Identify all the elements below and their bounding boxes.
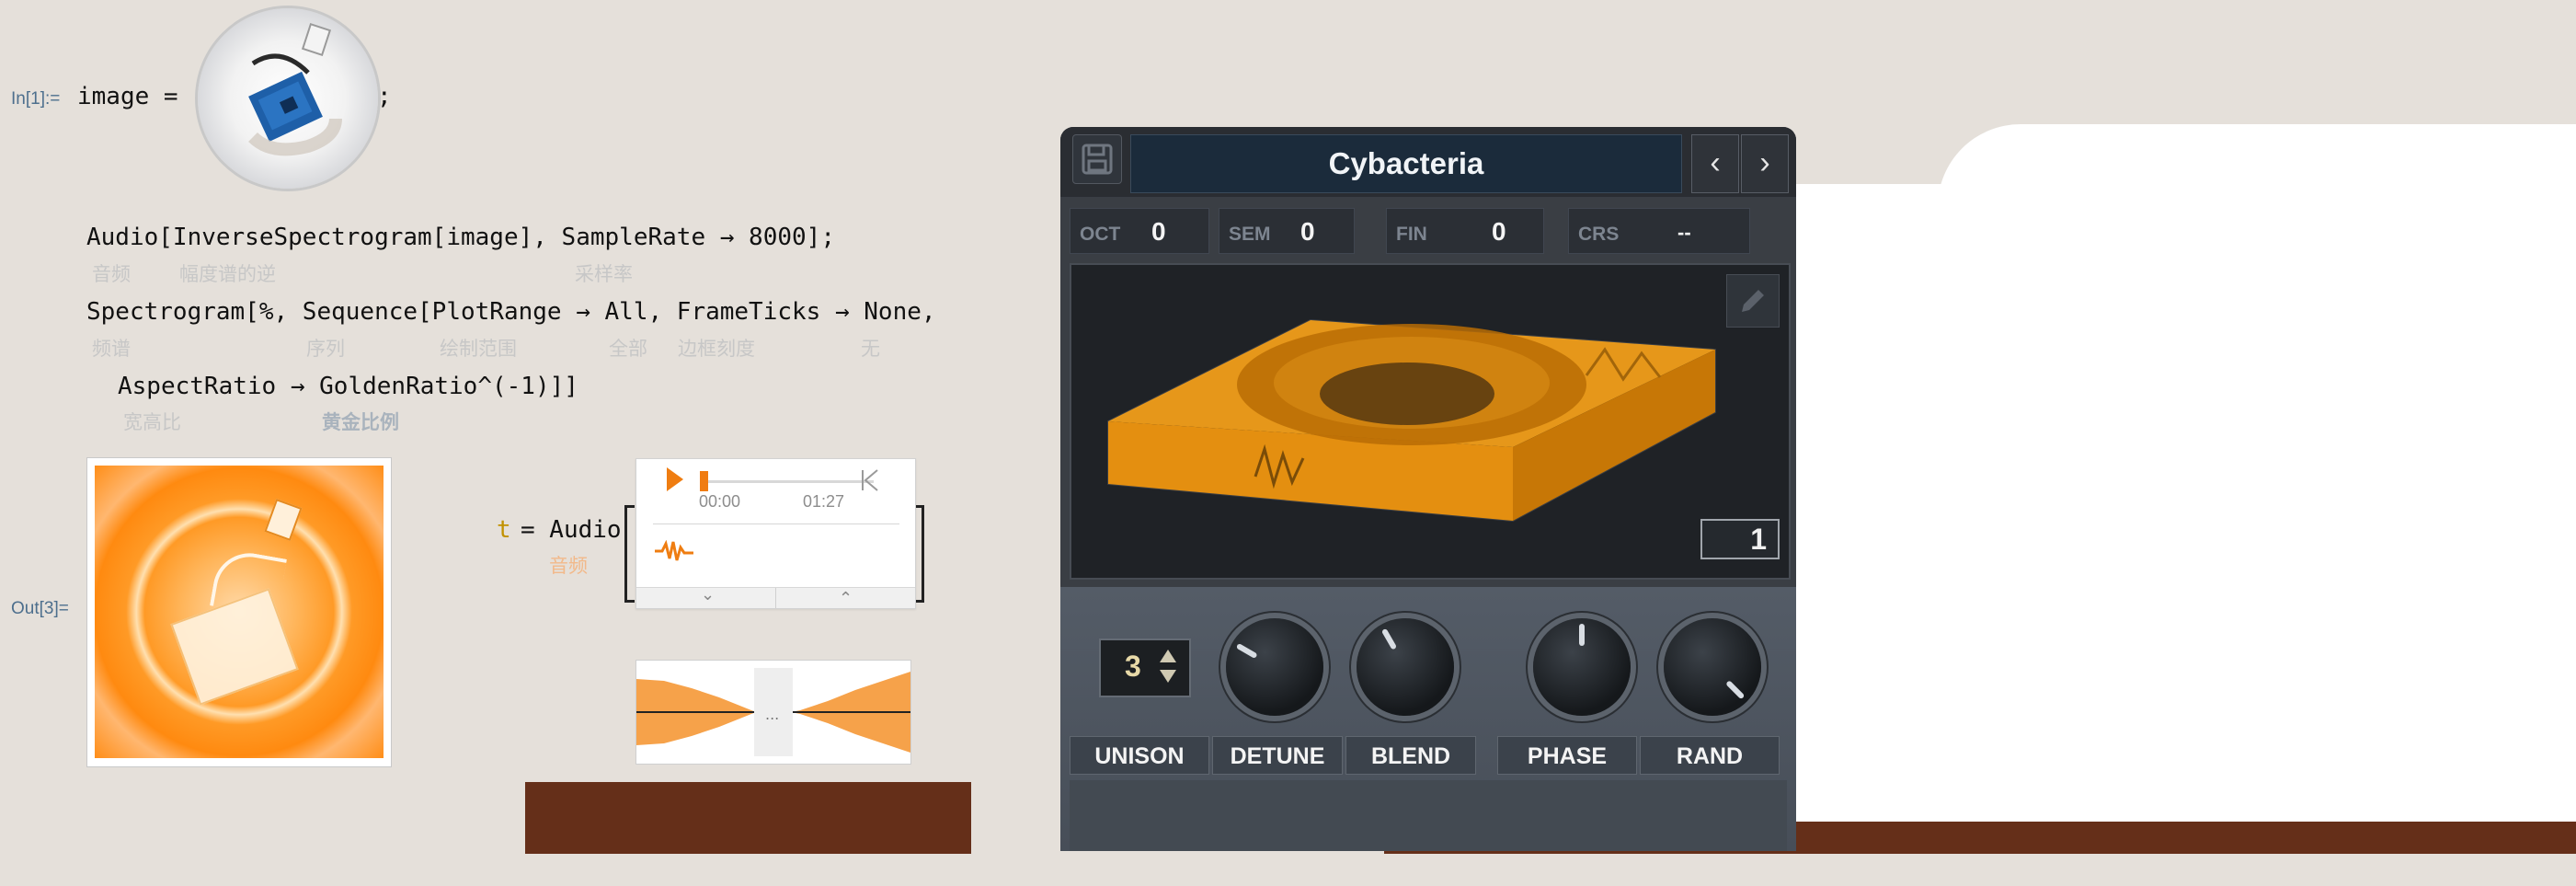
blend-knob[interactable]	[1357, 618, 1454, 716]
save-preset-button[interactable]	[1072, 134, 1122, 184]
gloss-t-audio: 音频	[549, 555, 588, 577]
gloss-audio: 音频	[92, 263, 131, 285]
phase-knob[interactable]	[1533, 618, 1631, 716]
wavetable-frame-field[interactable]: 1	[1700, 519, 1780, 559]
skip-to-end-icon[interactable]	[861, 468, 879, 492]
playhead-handle[interactable]	[700, 471, 708, 491]
audio-player-widget[interactable]: 00:00 01:27 ⌄ ⌃	[635, 458, 916, 609]
param-oct[interactable]: OCT 0	[1070, 208, 1209, 254]
play-icon[interactable]	[667, 467, 683, 491]
gloss-plotrange: 绘制范围	[440, 338, 517, 360]
code-audio-assign[interactable]: = Audio	[521, 516, 622, 544]
left-bracket	[624, 505, 635, 603]
edit-wavetable-button[interactable]	[1726, 274, 1780, 328]
tab-unison[interactable]: UNISON	[1070, 736, 1209, 775]
gloss-none: 无	[861, 338, 880, 360]
param-crs[interactable]: CRS --	[1568, 208, 1750, 254]
gloss-goldenratio: 黄金比例	[322, 411, 399, 433]
audio-widget-footer: ⌄ ⌃	[636, 585, 915, 608]
code-image-assign[interactable]: image =	[77, 83, 178, 110]
tab-blend[interactable]: BLEND	[1345, 736, 1476, 775]
input-label-1: In[1]:=	[11, 89, 61, 109]
next-preset-button[interactable]: ›	[1741, 134, 1789, 193]
spectrogram-output-image[interactable]	[86, 457, 392, 767]
image-thumbnail[interactable]	[198, 8, 378, 189]
wavetable-3d-graphic	[1107, 318, 1716, 523]
time-start: 00:00	[699, 492, 741, 511]
tab-phase[interactable]: PHASE	[1497, 736, 1637, 775]
gloss-inverse-spectrogram: 幅度谱的逆	[179, 263, 276, 285]
unison-section: 3 UNISON DETUNE BLEND PHASE RAND	[1060, 587, 1796, 851]
stepper-arrows-icon[interactable]	[1158, 648, 1178, 685]
code-t-var[interactable]: t	[497, 516, 511, 544]
param-sem[interactable]: SEM 0	[1219, 208, 1355, 254]
synth-header: Cybacteria ‹ ›	[1060, 127, 1796, 197]
gloss-sequence: 序列	[306, 338, 345, 360]
tab-detune[interactable]: DETUNE	[1212, 736, 1343, 775]
wavetable-3d-display[interactable]: 1	[1070, 263, 1791, 580]
svg-text:...: ...	[765, 706, 779, 723]
unison-voices-stepper[interactable]: 3	[1099, 639, 1191, 697]
gloss-samplerate: 采样率	[575, 263, 633, 285]
knob-labels: UNISON DETUNE BLEND PHASE RAND	[1070, 736, 1787, 775]
tab-rand[interactable]: RAND	[1640, 736, 1780, 775]
gloss-aspectratio: 宽高比	[123, 411, 181, 433]
preset-name: Cybacteria	[1328, 146, 1484, 180]
audio-timeline[interactable]	[708, 480, 874, 483]
pitch-params: OCT 0 SEM 0 FIN 0 CRS --	[1070, 208, 1787, 254]
chevron-up-icon[interactable]: ⌃	[839, 589, 853, 608]
output-label-3: Out[3]=	[11, 599, 69, 618]
gloss-spectrogram: 频谱	[92, 338, 131, 360]
time-end: 01:27	[803, 492, 845, 511]
pencil-icon	[1742, 290, 1764, 312]
brown-block-left	[525, 782, 971, 854]
param-fin[interactable]: FIN 0	[1386, 208, 1544, 254]
code-line-aspectratio[interactable]: AspectRatio → GoldenRatio^(-1)]]	[118, 373, 578, 400]
synth-wavetable-panel: Cybacteria ‹ › OCT 0 SEM 0 FIN 0 CRS --	[1060, 127, 1796, 851]
save-icon	[1082, 144, 1113, 175]
prev-preset-button[interactable]: ‹	[1691, 134, 1739, 193]
rand-knob[interactable]	[1664, 618, 1761, 716]
audio-waveform-preview[interactable]: ...	[635, 660, 911, 765]
preset-name-display[interactable]: Cybacteria	[1130, 134, 1682, 193]
chevron-down-icon[interactable]: ⌄	[701, 585, 715, 604]
code-line-spectrogram[interactable]: Spectrogram[%, Sequence[PlotRange → All,…	[86, 298, 936, 326]
code-line-audio[interactable]: Audio[InverseSpectrogram[image], SampleR…	[86, 224, 835, 251]
waveform-icon	[655, 540, 693, 561]
gloss-all: 全部	[609, 338, 647, 360]
detune-knob[interactable]	[1226, 618, 1323, 716]
code-semicolon: ;	[377, 83, 392, 110]
gloss-frameticks: 边框刻度	[678, 338, 755, 360]
